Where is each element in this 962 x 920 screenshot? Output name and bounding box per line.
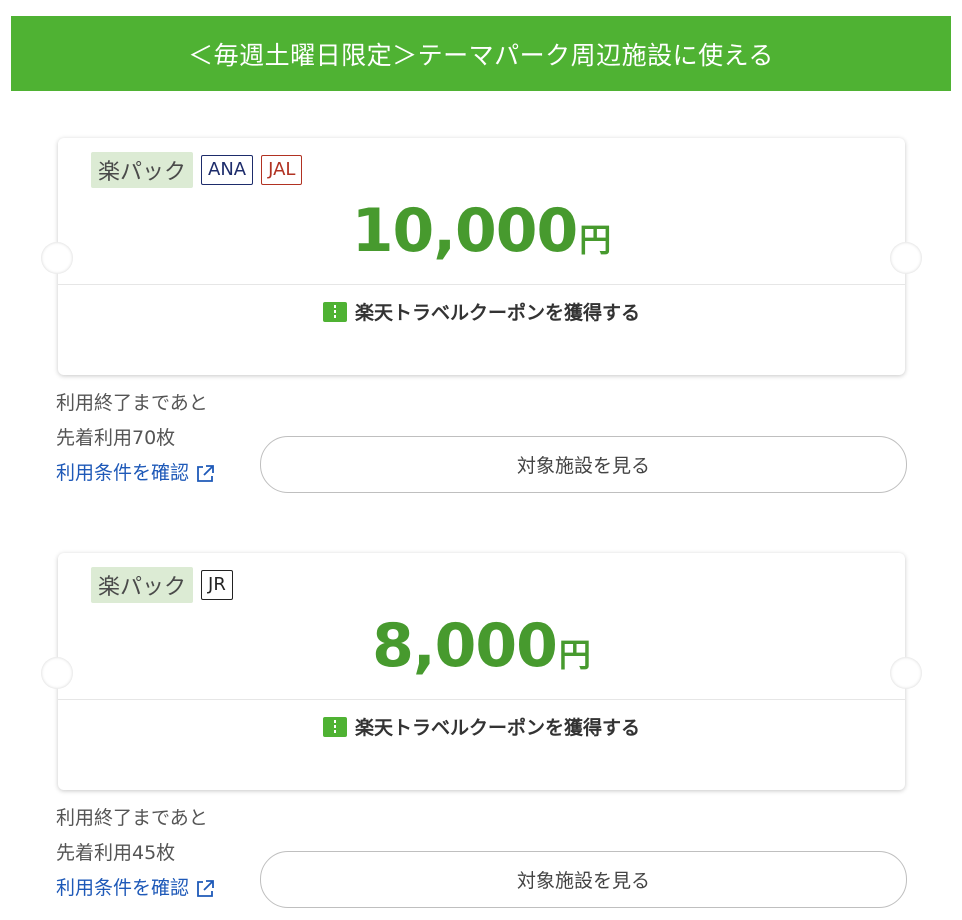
- get-coupon-label: 楽天トラベルクーポンを獲得する: [354, 302, 640, 324]
- get-coupon-button[interactable]: 楽天トラベルクーポンを獲得する: [58, 713, 905, 740]
- count-label: 先着利用45枚: [56, 842, 176, 864]
- divider: [58, 699, 905, 700]
- divider: [58, 284, 905, 285]
- rail-tag-jr: JR: [201, 570, 233, 600]
- count-label: 先着利用70枚: [56, 427, 176, 449]
- banner-title: ＜毎週土曜日限定＞テーマパーク周辺施設に使える: [188, 40, 774, 70]
- get-coupon-button[interactable]: 楽天トラベルクーポンを獲得する: [58, 298, 905, 325]
- ticket-icon: [322, 716, 347, 737]
- coupon-tags: 楽パック JR: [91, 567, 233, 603]
- view-facilities-button[interactable]: 対象施設を見る: [260, 436, 907, 493]
- terms-link[interactable]: 利用条件を確認: [56, 871, 215, 906]
- amount-unit: 円: [579, 221, 612, 259]
- ticket-icon: [322, 301, 347, 322]
- view-facilities-label: 対象施設を見る: [516, 870, 650, 892]
- remaining-label: 利用終了まであと: [56, 807, 208, 829]
- get-coupon-label: 楽天トラベルクーポンを獲得する: [354, 717, 640, 739]
- coupon-meta: 利用終了まであと 先着利用70枚 利用条件を確認: [56, 386, 215, 491]
- amount-value: 8,000: [372, 611, 558, 681]
- airline-tag-ana: ANA: [201, 155, 254, 185]
- amount-value: 10,000: [351, 196, 579, 266]
- terms-link-label: 利用条件を確認: [56, 877, 190, 899]
- terms-link-label: 利用条件を確認: [56, 462, 190, 484]
- view-facilities-label: 対象施設を見る: [516, 455, 650, 477]
- pack-badge: 楽パック: [91, 567, 194, 603]
- remaining-label: 利用終了まであと: [56, 392, 208, 414]
- coupon-card: 楽パック ANA JAL 10,000円 楽天トラベルクーポンを獲得する: [41, 138, 922, 375]
- pack-badge: 楽パック: [91, 152, 194, 188]
- coupon-tags: 楽パック ANA JAL: [91, 152, 303, 188]
- airline-tag-jal: JAL: [261, 155, 303, 185]
- coupon-amount: 10,000円: [58, 196, 905, 266]
- external-link-icon: [197, 464, 214, 482]
- coupon-amount: 8,000円: [58, 611, 905, 681]
- coupon-card: 楽パック JR 8,000円 楽天トラベルクーポンを獲得する: [41, 553, 922, 790]
- view-facilities-button[interactable]: 対象施設を見る: [260, 851, 907, 908]
- page-banner: ＜毎週土曜日限定＞テーマパーク周辺施設に使える: [11, 16, 951, 91]
- coupon-meta: 利用終了まであと 先着利用45枚 利用条件を確認: [56, 801, 215, 906]
- terms-link[interactable]: 利用条件を確認: [56, 456, 215, 491]
- amount-unit: 円: [558, 636, 591, 674]
- external-link-icon: [197, 879, 214, 897]
